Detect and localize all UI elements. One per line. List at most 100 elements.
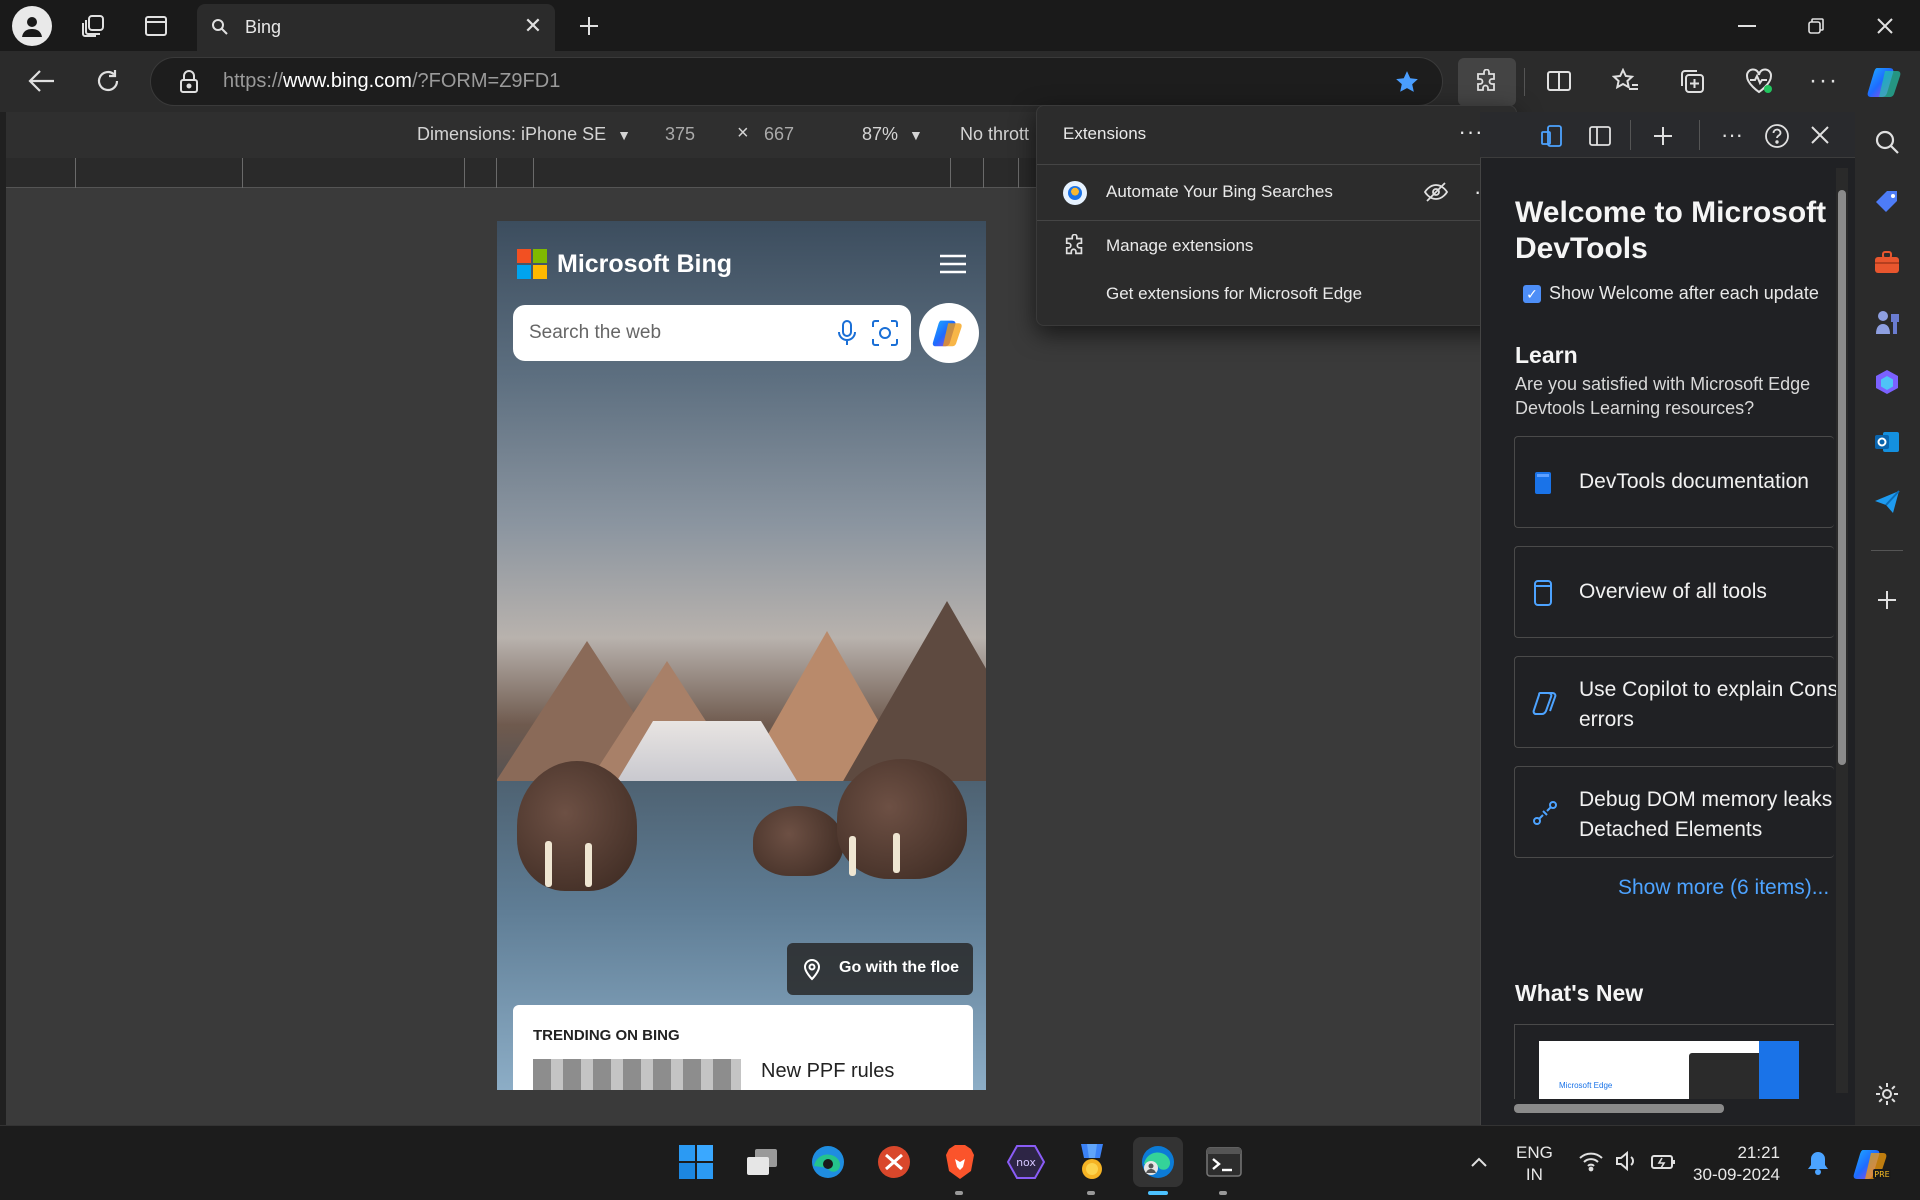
sidebar-add-icon[interactable]: [1865, 578, 1909, 622]
taskbar-rewards-icon[interactable]: [1067, 1137, 1117, 1187]
image-location-label: Go with the floe: [839, 959, 959, 976]
device-emulation-icon[interactable]: [1540, 124, 1564, 148]
sidebar-shopping-icon[interactable]: [1865, 180, 1909, 224]
url-text[interactable]: https://www.bing.com/?FORM=Z9FD1: [223, 70, 560, 93]
back-icon[interactable]: [17, 56, 67, 106]
image-location-button[interactable]: Go with the floe: [787, 943, 973, 995]
notification-bell-icon[interactable]: [1801, 1146, 1835, 1180]
microsoft-logo[interactable]: [517, 249, 547, 279]
dock-side-icon[interactable]: [1588, 124, 1612, 148]
favorite-star-icon[interactable]: [1394, 69, 1420, 95]
bing-search-box[interactable]: Search the web: [513, 305, 911, 361]
extension-item[interactable]: Automate Your Bing Searches ···: [1037, 166, 1518, 218]
whats-new-card[interactable]: Microsoft Edge: [1514, 1024, 1834, 1099]
walrus-tusk: [893, 833, 900, 873]
visual-search-icon[interactable]: [871, 319, 899, 347]
battery-charging-icon: [1651, 1155, 1675, 1169]
taskbar-copilot-icon[interactable]: PRE: [1850, 1142, 1894, 1186]
task-view-icon[interactable]: [737, 1137, 787, 1187]
taskbar-edge-canary-icon[interactable]: [803, 1137, 853, 1187]
device-width-field[interactable]: 375: [665, 124, 695, 145]
taskbar-edge-icon[interactable]: [1133, 1137, 1183, 1187]
copilot-icon: [932, 320, 962, 347]
refresh-icon[interactable]: [83, 56, 133, 106]
manage-extensions-label: Manage extensions: [1106, 236, 1254, 255]
show-more-link[interactable]: Show more (6 items)...: [1618, 876, 1829, 900]
card-copilot-console-errors[interactable]: Use Copilot to explain Cons errors: [1514, 656, 1838, 748]
scrollbar-thumb[interactable]: [1514, 1104, 1724, 1113]
sidebar-copilot-icon[interactable]: [1865, 360, 1909, 404]
active-indicator: [1148, 1191, 1168, 1195]
card-debug-dom-memory[interactable]: Debug DOM memory leaks Detached Elements: [1514, 766, 1834, 858]
card-devtools-documentation[interactable]: DevTools documentation: [1514, 436, 1834, 528]
workspaces-icon[interactable]: [68, 0, 118, 51]
taskbar-nox-icon[interactable]: nox: [1001, 1137, 1051, 1187]
manage-extensions-item[interactable]: Manage extensions: [1037, 222, 1518, 270]
devtools-horizontal-scrollbar[interactable]: [1492, 1101, 1822, 1115]
card-overview-all-tools[interactable]: Overview of all tools: [1514, 546, 1834, 638]
date: 30-09-2024: [1693, 1165, 1780, 1184]
location-pin-icon: [803, 959, 821, 981]
search-input[interactable]: Search the web: [529, 322, 661, 344]
checkbox-checked-icon[interactable]: ✓: [1523, 285, 1541, 303]
close-devtools-icon[interactable]: [1810, 125, 1830, 145]
trending-thumbnail[interactable]: [533, 1059, 741, 1090]
taskbar-brave-icon[interactable]: [935, 1137, 985, 1187]
chevron-up-icon[interactable]: [1462, 1145, 1496, 1179]
settings-more-icon[interactable]: ···: [1799, 56, 1849, 106]
devtools-vertical-scrollbar[interactable]: [1836, 168, 1848, 1093]
trending-item-title[interactable]: New PPF rules: [761, 1060, 894, 1083]
taskbar-remote-desktop-icon[interactable]: [869, 1137, 919, 1187]
profile-avatar[interactable]: [12, 6, 52, 46]
trending-card[interactable]: TRENDING ON BING New PPF rules: [513, 1005, 973, 1090]
sidebar-drop-icon[interactable]: [1865, 480, 1909, 524]
copilot-icon[interactable]: [1862, 58, 1910, 106]
running-indicator: [1087, 1191, 1095, 1195]
get-extensions-label: Get extensions for Microsoft Edge: [1106, 284, 1363, 303]
help-icon[interactable]: [1764, 123, 1790, 149]
new-tool-tab-icon[interactable]: [1652, 125, 1674, 147]
walrus-tusk: [849, 836, 856, 876]
devtools-more-icon[interactable]: ···: [1714, 118, 1750, 152]
hamburger-menu-icon[interactable]: [937, 251, 969, 277]
favorites-icon[interactable]: [1601, 56, 1651, 106]
running-indicator: [1219, 1191, 1227, 1195]
throttle-dropdown[interactable]: No thrott: [960, 124, 1029, 145]
dimensions-dropdown[interactable]: Dimensions: iPhone SE ▼: [417, 124, 631, 145]
sidebar-tools-icon[interactable]: [1865, 240, 1909, 284]
restore-icon[interactable]: [1791, 0, 1841, 51]
lock-icon[interactable]: [179, 70, 199, 94]
minimize-icon[interactable]: [1722, 0, 1772, 51]
bing-brand[interactable]: Microsoft Bing: [557, 250, 732, 279]
split-screen-icon[interactable]: [1534, 56, 1584, 106]
phone-icon: [1534, 580, 1552, 606]
address-bar[interactable]: https://www.bing.com/?FORM=Z9FD1: [150, 57, 1443, 106]
zoom-dropdown[interactable]: 87% ▼: [862, 124, 923, 145]
collections-icon[interactable]: [1667, 56, 1717, 106]
extensions-button[interactable]: [1458, 58, 1516, 106]
hide-from-toolbar-icon[interactable]: [1423, 180, 1449, 204]
scrollbar-thumb[interactable]: [1838, 190, 1846, 765]
sidebar-outlook-icon[interactable]: [1865, 420, 1909, 464]
svg-text:nox: nox: [1016, 1156, 1036, 1169]
tab-bing[interactable]: Bing ✕: [197, 4, 555, 51]
new-tab-icon[interactable]: [564, 0, 614, 51]
copilot-search-button[interactable]: [919, 303, 979, 363]
browser-essentials-icon[interactable]: [1734, 56, 1784, 106]
clock[interactable]: 21:21 30-09-2024: [1688, 1142, 1780, 1186]
close-tab-icon[interactable]: ✕: [519, 12, 547, 40]
sidebar-settings-icon[interactable]: [1865, 1072, 1909, 1116]
input-language[interactable]: ENG IN: [1516, 1142, 1553, 1186]
close-window-icon[interactable]: [1860, 0, 1910, 51]
volume-icon: [1616, 1150, 1634, 1172]
quick-settings[interactable]: [1578, 1148, 1688, 1178]
start-menu-icon[interactable]: [671, 1137, 721, 1187]
device-height-field[interactable]: 667: [764, 124, 794, 145]
sidebar-search-icon[interactable]: [1865, 120, 1909, 164]
zoom-label: 87%: [862, 124, 899, 144]
vertical-tabs-icon[interactable]: [131, 0, 181, 51]
get-extensions-item[interactable]: Get extensions for Microsoft Edge: [1037, 270, 1518, 318]
microphone-icon[interactable]: [837, 319, 857, 347]
taskbar-terminal-icon[interactable]: [1199, 1137, 1249, 1187]
sidebar-games-icon[interactable]: [1865, 300, 1909, 344]
